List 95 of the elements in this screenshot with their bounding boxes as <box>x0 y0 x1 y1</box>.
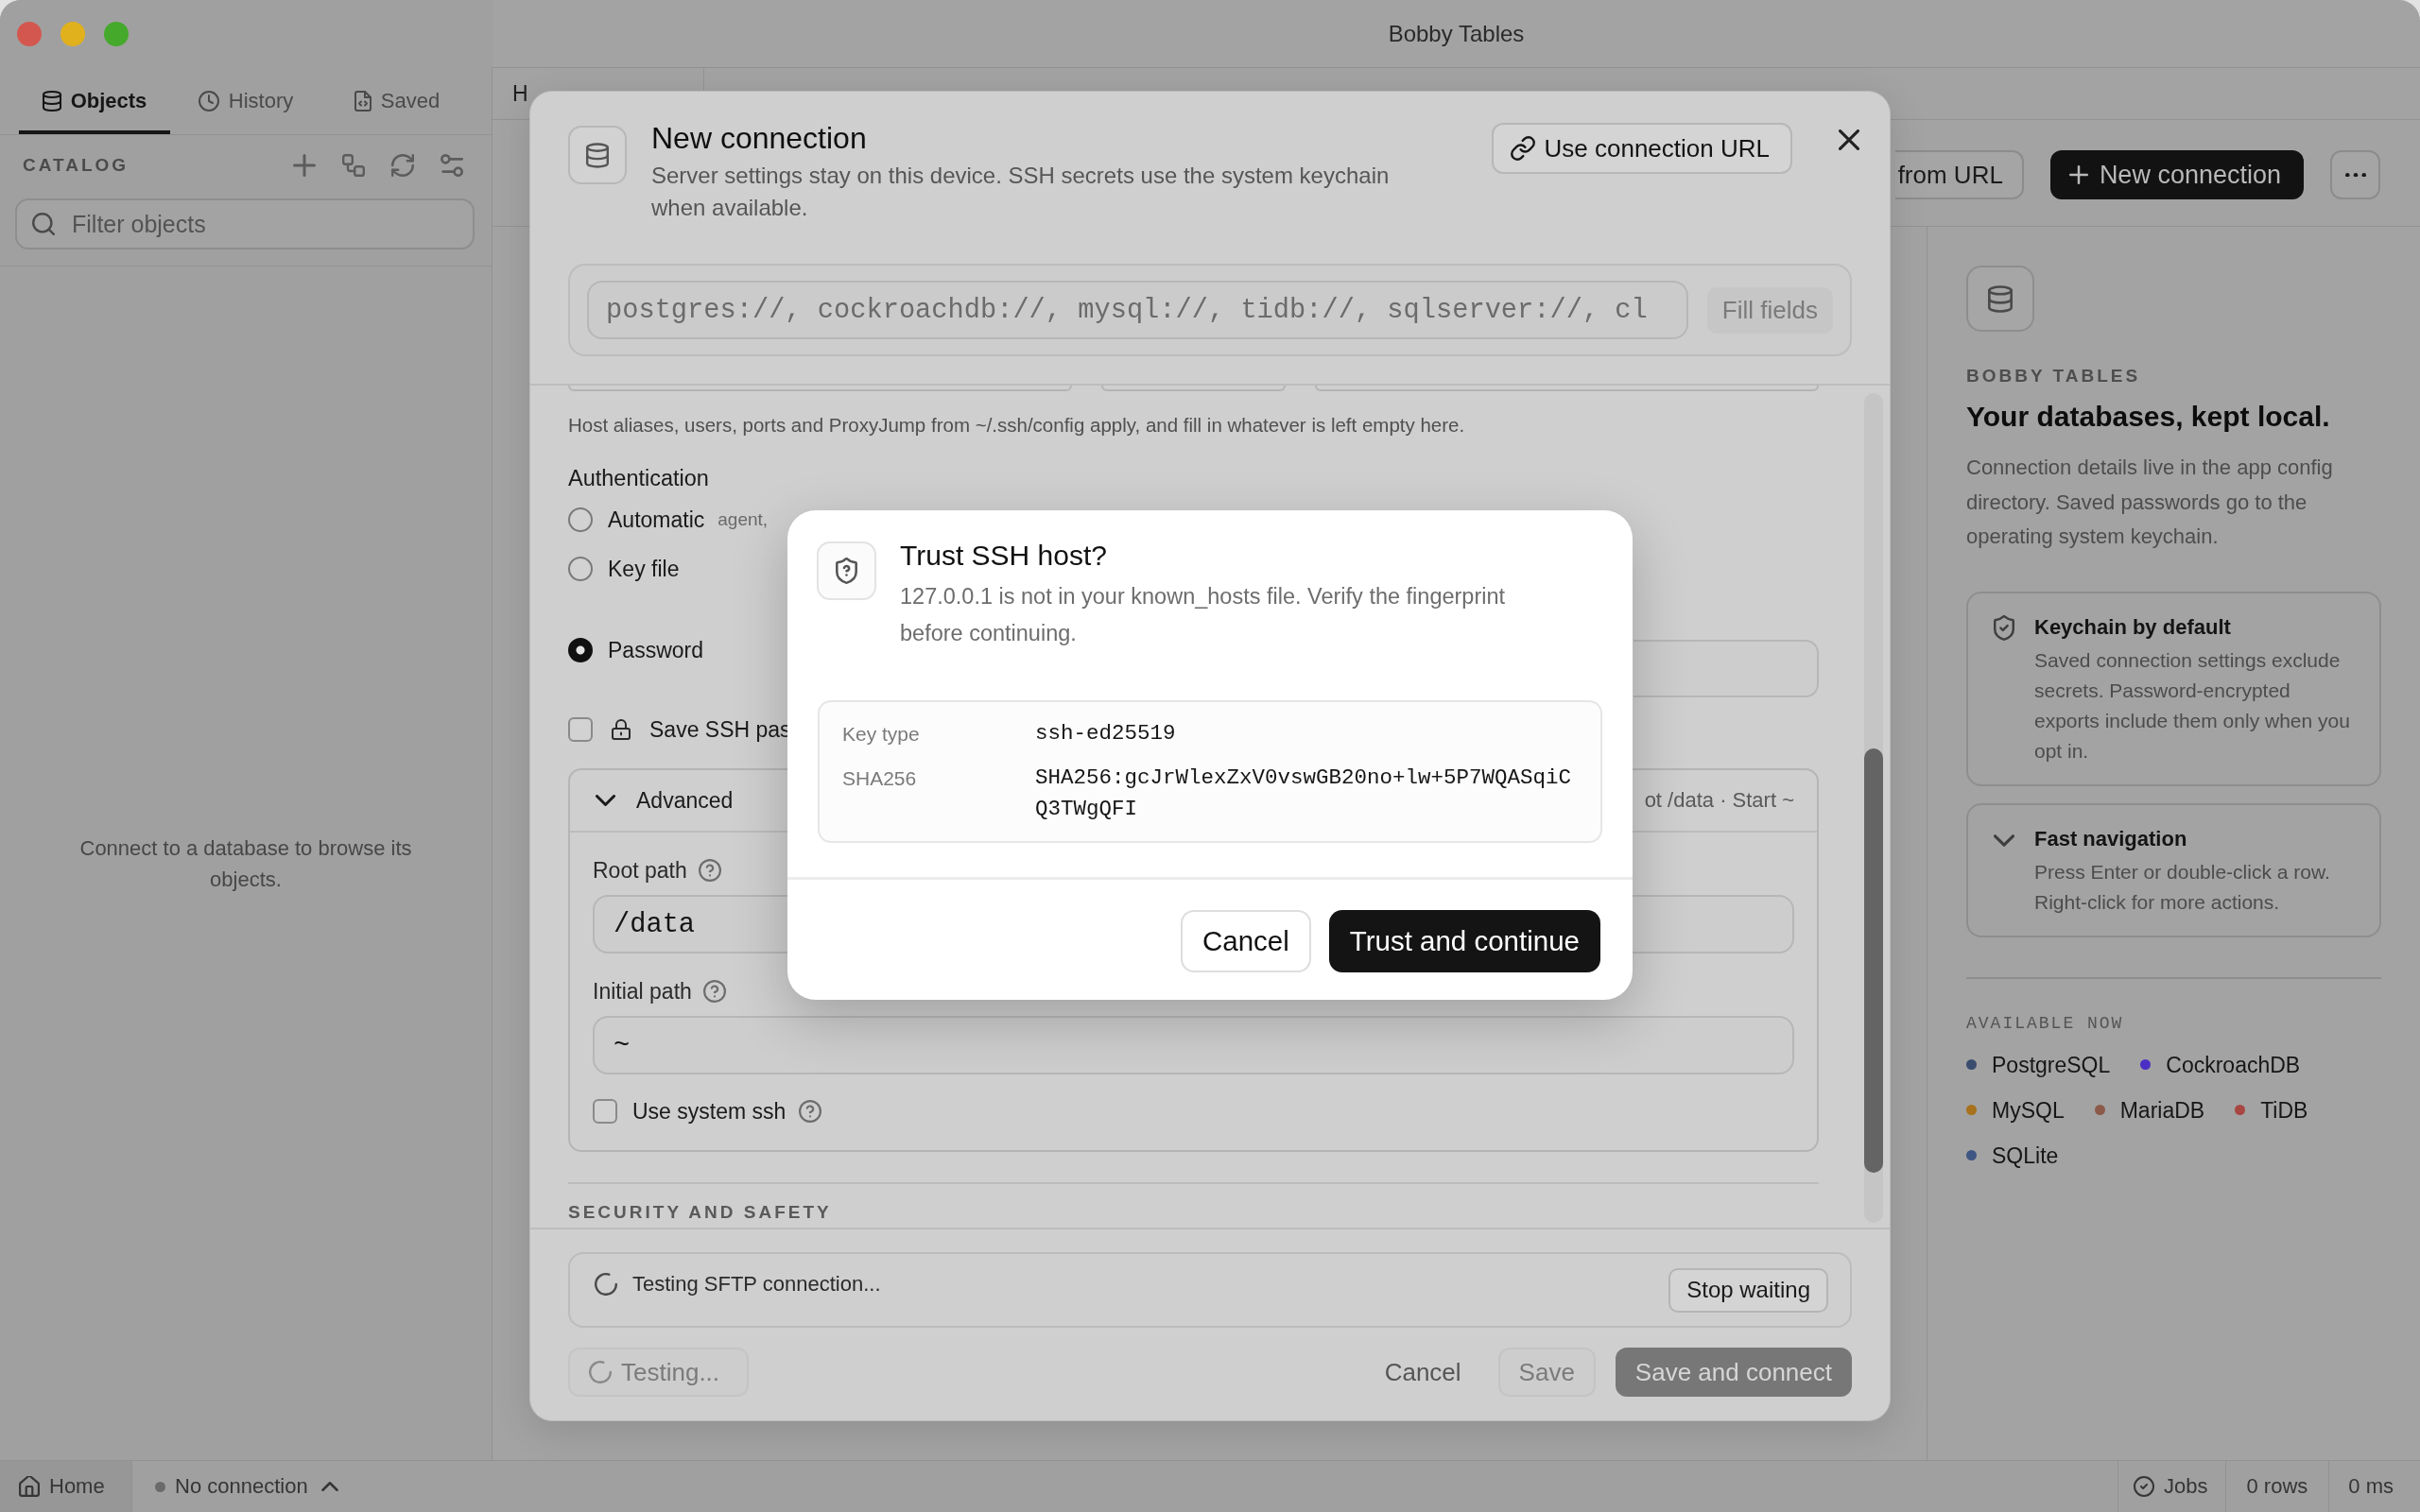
shield-question-icon <box>817 541 876 600</box>
home-icon <box>19 1476 40 1497</box>
sidebar-tab[interactable]: History <box>170 68 321 134</box>
engine-name: SQLite <box>1992 1142 2059 1169</box>
clock-icon <box>198 91 219 112</box>
engine-name: CockroachDB <box>2166 1051 2301 1078</box>
input-field[interactable] <box>1314 386 1819 391</box>
row-count: 0 rows <box>2246 1474 2308 1499</box>
dialog-title: Trust SSH host? <box>900 539 1108 573</box>
dialog-text: 127.0.0.1 is not in your known_hosts file. Verify the fingerprint before continuing. <box>900 583 1507 647</box>
chevron-down-icon <box>596 795 615 806</box>
engine-name: PostgreSQL <box>1992 1051 2111 1078</box>
shield-check-icon <box>1994 614 2014 641</box>
card-text: Saved connection settings exclude secrets. Password-encrypted exports include them only when you opt in. <box>2034 647 2351 764</box>
field-label: Initial path <box>593 978 692 1005</box>
spinner-icon <box>595 1273 617 1296</box>
ssh-hint: Host aliases, users, ports and ProxyJump from ~/.ssh/config apply, and fill in whatever is left empty here. <box>568 413 1466 438</box>
welcome-heading: Your databases, kept local. <box>1966 400 2330 434</box>
option-hint: agent, <box>717 509 769 530</box>
close-icon[interactable] <box>1839 129 1859 150</box>
sliders-icon[interactable] <box>441 154 463 177</box>
url-input[interactable]: postgres://, cockroachdb://, mysql://, tidb://, sqlserver://, cl <box>587 281 1688 339</box>
plus-icon <box>2068 165 2088 184</box>
detail-value: ssh-ed25519 <box>1035 720 1177 747</box>
welcome-text: Connection details live in the app config directory. Saved passwords go to the operating system keychain. <box>1966 455 2334 550</box>
engine-name: MariaDB <box>2119 1096 2205 1124</box>
checkbox[interactable] <box>593 1099 617 1124</box>
option-label: Key file <box>608 556 680 582</box>
cancel-button[interactable]: Cancel <box>1369 1348 1477 1397</box>
field-label: Root path <box>593 857 687 884</box>
jobs-button[interactable]: Jobs <box>2134 1474 2208 1499</box>
advanced-summary: ot /data · Start ~ <box>1644 788 1794 813</box>
new-connection-button[interactable]: New connection <box>2049 150 2304 199</box>
filter-input[interactable]: Filter objects <box>15 198 475 249</box>
sidebar-tab[interactable]: Saved <box>321 68 473 134</box>
radio-button[interactable] <box>568 557 593 581</box>
search-icon <box>32 213 55 235</box>
card-text: Press Enter or double-click a row. Right-click for more actions. <box>2034 859 2331 915</box>
help-icon[interactable] <box>799 1100 822 1123</box>
database-icon <box>1966 266 2034 332</box>
scrollbar-thumb[interactable] <box>1864 748 1883 1173</box>
close-window-icon[interactable] <box>17 22 42 46</box>
more-icon <box>2344 172 2366 178</box>
home-button[interactable]: Home <box>0 1461 132 1512</box>
password-field[interactable] <box>1634 640 1819 697</box>
help-icon[interactable] <box>698 859 721 882</box>
window-title: Bobby Tables <box>1388 20 1525 47</box>
database-icon <box>42 91 61 112</box>
empty-message: Connect to a database to browse its objects. <box>78 834 413 893</box>
detail-value: SHA256:gcJrWlexZxV0vswGB20no+lw+5P7WQASqiCQ3TWgQFI <box>1035 765 1573 823</box>
cancel-button[interactable]: Cancel <box>1180 910 1311 972</box>
lock-icon <box>612 719 631 740</box>
path-input[interactable]: ~ <box>593 1016 1794 1074</box>
checkbox[interactable] <box>568 717 593 742</box>
dialog-title: New connection <box>651 120 868 156</box>
connection-button[interactable]: No connection <box>132 1461 338 1512</box>
linked-squares-icon[interactable] <box>342 154 365 177</box>
section-label: CATALOG <box>23 155 130 176</box>
field-label: Authentication <box>568 465 710 492</box>
use-url-button[interactable]: Use connection URL <box>1491 123 1792 174</box>
refresh-icon[interactable] <box>391 154 414 177</box>
checkbox-label: Use system ssh <box>632 1098 786 1125</box>
plus-icon[interactable] <box>293 154 316 177</box>
card-title: Keychain by default <box>2034 613 2232 641</box>
advanced-toggle[interactable]: Advanced <box>593 787 734 814</box>
query-time: 0 ms <box>2348 1474 2394 1499</box>
radio-button[interactable] <box>568 638 593 662</box>
input-field[interactable] <box>568 386 1073 391</box>
engine-name: MySQL <box>1992 1096 2065 1124</box>
section-label: SECURITY AND SAFETY <box>568 1202 833 1223</box>
sidebar-tab[interactable]: Objects <box>19 68 170 134</box>
radio-button[interactable] <box>568 507 593 532</box>
card-title: Fast navigation <box>2034 825 2188 852</box>
file-code-icon <box>354 91 372 112</box>
section-label: AVAILABLE NOW <box>1966 1012 2124 1034</box>
option-label: Automatic <box>608 507 705 533</box>
engine-name: TiDB <box>2260 1096 2308 1124</box>
help-icon[interactable] <box>702 980 726 1003</box>
chevron-up-icon <box>320 1482 338 1491</box>
dialog-subtitle: Server settings stay on this device. SSH secrets use the system keychain when available. <box>651 162 1391 222</box>
app-name: BOBBY TABLES <box>1966 366 2141 387</box>
stop-waiting-button[interactable]: Stop waiting <box>1668 1267 1828 1313</box>
trust-button[interactable]: Trust and continue <box>1328 910 1600 972</box>
status-text: Testing SFTP connection... <box>632 1271 881 1297</box>
url-button[interactable]: from URL <box>1894 150 2024 199</box>
link-icon <box>1510 136 1535 161</box>
input-field[interactable] <box>1101 386 1286 391</box>
detail-label: SHA256 <box>842 766 918 791</box>
chevron-down-icon <box>1994 833 2014 847</box>
option-label: Password <box>608 637 703 664</box>
check-circle-icon <box>2134 1476 2155 1497</box>
detail-label: Key type <box>842 722 921 747</box>
more-button[interactable] <box>2330 150 2380 199</box>
database-icon <box>568 126 627 184</box>
spinner-icon <box>589 1361 612 1383</box>
